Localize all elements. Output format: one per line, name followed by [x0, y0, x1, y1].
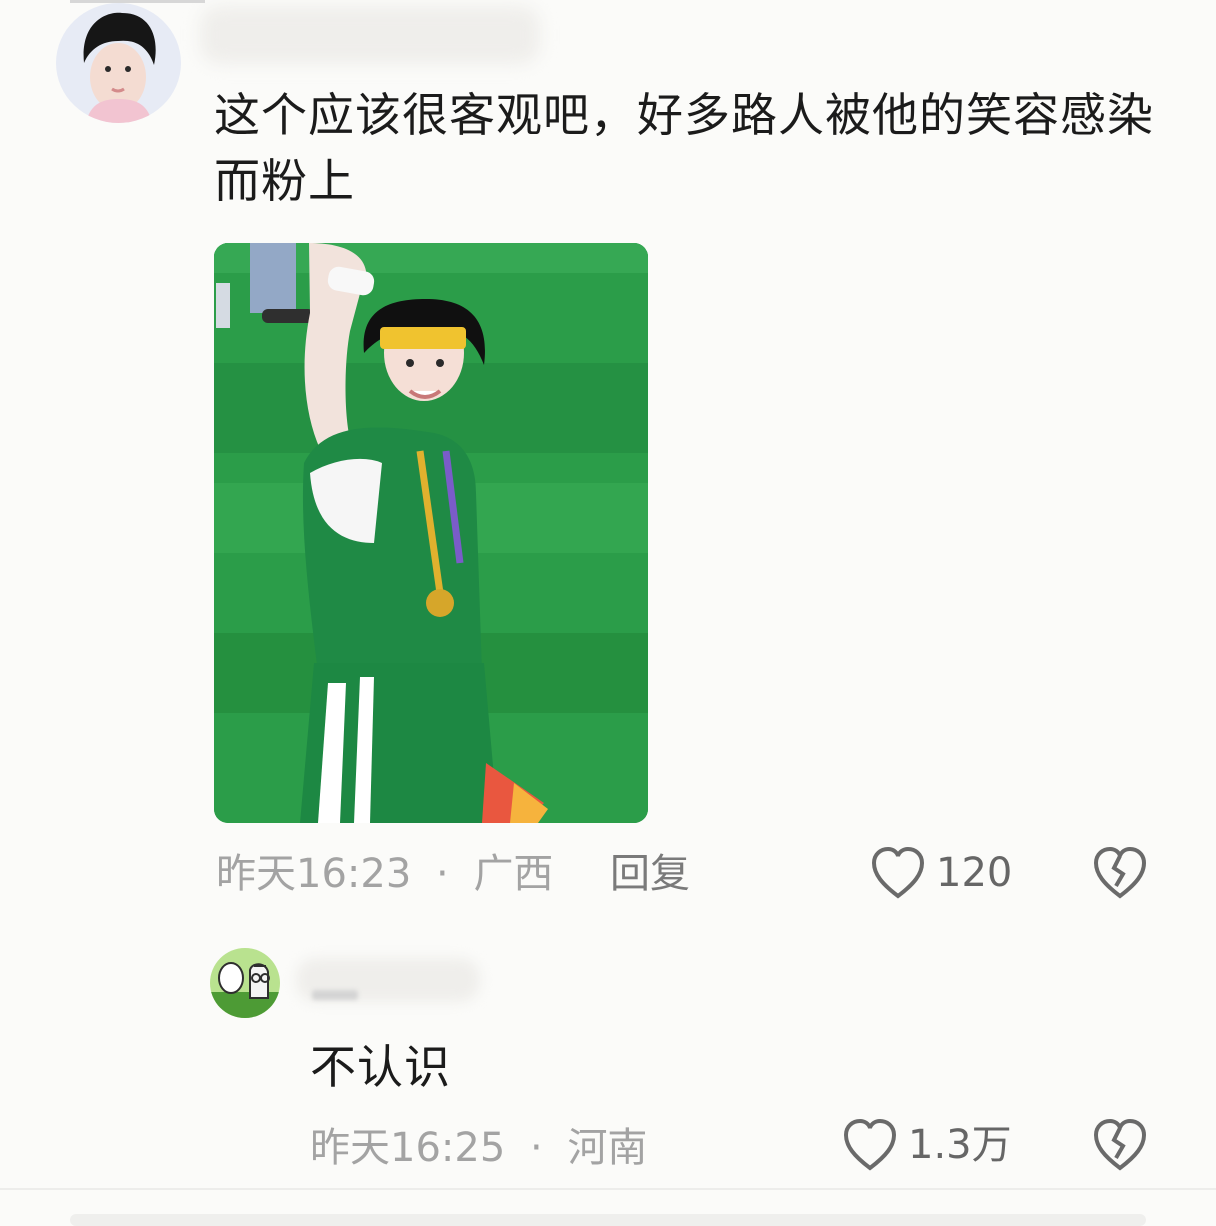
top-edge-bar [70, 0, 205, 3]
comment-text: 这个应该很客观吧，好多路人被他的笑容感染而粉上 [214, 88, 1154, 208]
like-count: 120 [936, 850, 1013, 896]
reply-location: 河南 [567, 1125, 648, 1171]
user-avatar-icon [56, 3, 181, 123]
commenter-avatar[interactable] [56, 3, 181, 123]
heart-outline-icon [843, 1118, 897, 1171]
broken-heart-icon [1093, 846, 1147, 899]
reply-avatar[interactable] [210, 948, 280, 1018]
heart-outline-icon [871, 846, 925, 899]
next-comment-strip [70, 1214, 1146, 1226]
comment-location: 广西 [473, 851, 554, 897]
comment-time: 昨天16:23 [216, 851, 412, 897]
reply-button[interactable]: 回复 [610, 850, 690, 898]
broken-heart-icon [1093, 1118, 1147, 1171]
comment-photo[interactable] [214, 243, 648, 823]
comment-meta: 昨天16:23 · 广西 [216, 850, 553, 898]
meta-separator: · [436, 851, 449, 897]
reply-time: 昨天16:25 [310, 1125, 506, 1171]
like-button[interactable]: 120 [870, 846, 1012, 900]
dislike-button[interactable] [1092, 1118, 1148, 1176]
reply-meta: 昨天16:25 · 河南 [310, 1124, 647, 1172]
meta-separator: · [530, 1125, 543, 1171]
dislike-button[interactable] [1092, 846, 1148, 904]
comment-divider [0, 1188, 1216, 1190]
reply-username-trace [312, 990, 358, 1000]
athlete-photo-image [214, 243, 648, 823]
like-button[interactable]: 1.3万 [842, 1118, 1012, 1172]
reply-text: 不认识 [310, 1040, 451, 1094]
like-count: 1.3万 [908, 1122, 1012, 1168]
redacted-username [200, 6, 540, 64]
cartoon-avatar-icon [210, 948, 280, 1018]
